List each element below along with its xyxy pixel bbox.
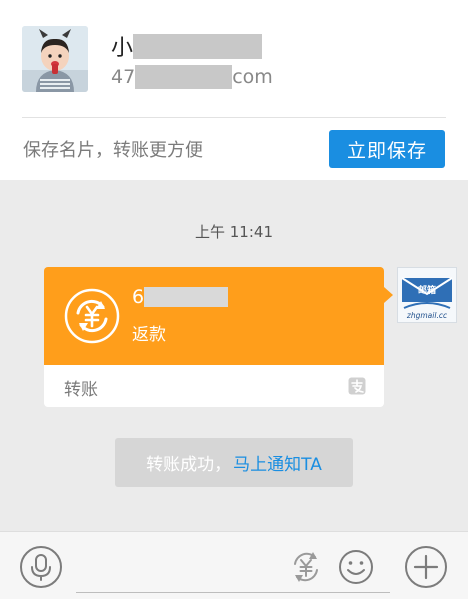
microphone-icon bbox=[31, 554, 51, 581]
message-input-bar bbox=[0, 531, 468, 599]
transfer-money-icon[interactable] bbox=[288, 549, 324, 585]
peer-logo-icon: 邮箱 zhgmail.cc bbox=[398, 268, 456, 322]
transfer-bubble-header: 6 返款 bbox=[44, 267, 384, 365]
plus-icon bbox=[413, 554, 439, 580]
refund-coin-icon bbox=[64, 288, 120, 344]
email-prefix: 47 bbox=[111, 66, 136, 88]
avatar-photo-icon bbox=[22, 26, 88, 92]
card-divider bbox=[22, 117, 446, 118]
peer-logo-wordmark: 邮箱 bbox=[418, 284, 436, 296]
redacted-amount bbox=[144, 287, 229, 307]
alipay-icon bbox=[348, 377, 366, 395]
contact-email: 47 com bbox=[111, 64, 273, 90]
bubble-tail bbox=[384, 287, 393, 303]
contact-name-visible: 小 bbox=[111, 36, 134, 61]
contact-name: 小 bbox=[111, 31, 263, 61]
contact-card: 小 47 com 保存名片，转账更方便 立即保存 bbox=[0, 0, 468, 180]
message-timestamp: 上午 11:41 bbox=[195, 223, 273, 241]
more-actions-button[interactable] bbox=[405, 546, 447, 588]
transfer-success-notice: 转账成功， 马上通知TA bbox=[115, 438, 353, 487]
email-suffix: com bbox=[232, 66, 273, 88]
notice-text: 转账成功， bbox=[146, 455, 232, 475]
redacted-name bbox=[133, 33, 263, 59]
transfer-amount: 6 bbox=[132, 285, 229, 309]
transfer-bubble-footer: 转账 bbox=[44, 365, 384, 407]
peer-logo-text: zhgmail.cc bbox=[406, 311, 448, 320]
save-contact-button[interactable]: 立即保存 bbox=[329, 130, 445, 168]
emoji-icon[interactable] bbox=[337, 548, 375, 586]
redacted-email bbox=[135, 65, 233, 89]
transfer-label: 转账 bbox=[64, 380, 98, 400]
contact-avatar[interactable] bbox=[22, 26, 88, 92]
save-card-hint: 保存名片，转账更方便 bbox=[23, 140, 203, 161]
notify-ta-link[interactable]: 马上通知TA bbox=[233, 450, 322, 475]
voice-input-button[interactable] bbox=[20, 546, 62, 588]
peer-avatar[interactable]: 邮箱 zhgmail.cc bbox=[397, 267, 457, 323]
transfer-message-bubble[interactable]: 6 返款 转账 bbox=[44, 267, 393, 407]
amount-prefix: 6 bbox=[132, 286, 145, 308]
transfer-type: 返款 bbox=[132, 325, 166, 345]
